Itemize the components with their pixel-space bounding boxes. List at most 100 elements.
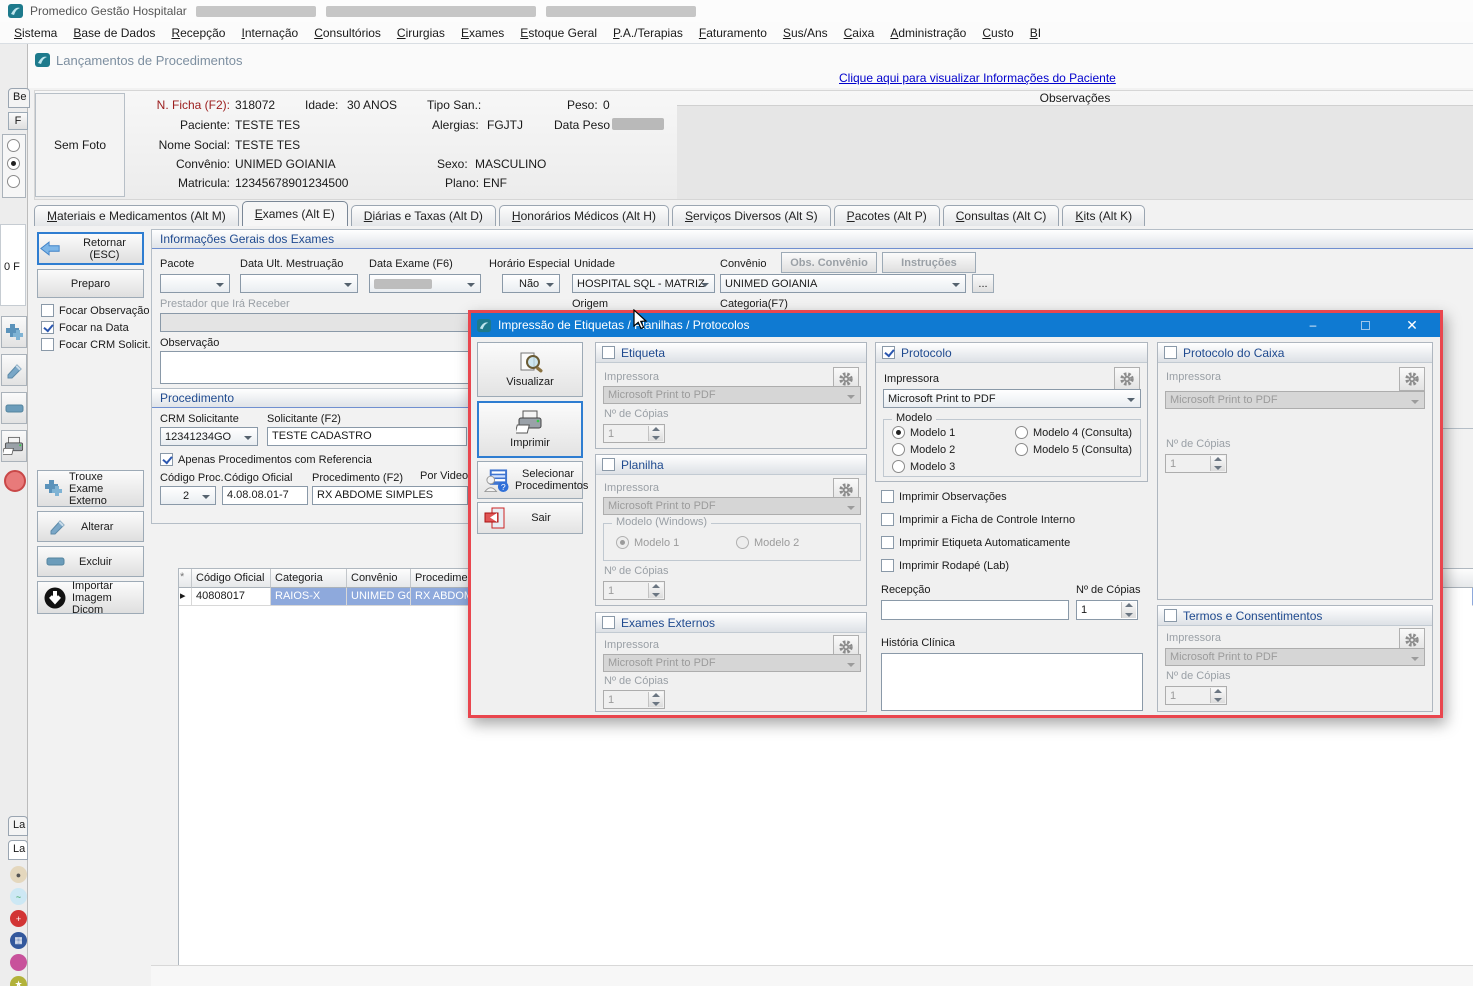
procedimento-input[interactable]: RX ABDOME SIMPLES <box>312 486 468 505</box>
focar-crm-checkbox[interactable]: Focar CRM Solicit. <box>41 338 151 351</box>
horario-especial-combo[interactable]: Não <box>502 274 560 293</box>
etiqueta-checkbox[interactable] <box>602 346 615 359</box>
printer-icon[interactable] <box>1 430 27 462</box>
visualizar-button[interactable]: Visualizar <box>477 342 583 397</box>
menu-caixa[interactable]: Caixa <box>836 23 883 43</box>
doctor-icon[interactable]: ● <box>10 866 27 883</box>
menu-sistema[interactable]: Sistema <box>6 23 65 43</box>
pacote-combo[interactable] <box>160 274 230 293</box>
solicitante-input[interactable]: TESTE CADASTRO <box>267 427 467 446</box>
imprimir-ficha-checkbox[interactable]: Imprimir a Ficha de Controle Interno <box>881 513 1075 526</box>
convenio-more-button[interactable]: ... <box>972 274 994 293</box>
grid-cell-codigo[interactable]: 40808017 <box>192 588 271 606</box>
spinner-arrows-icon[interactable] <box>1210 688 1225 703</box>
planilha-checkbox[interactable] <box>602 458 615 471</box>
protocolo-modelo4-radio[interactable]: Modelo 4 (Consulta) <box>1015 426 1132 439</box>
clock-icon[interactable] <box>4 470 26 492</box>
heartbeat-icon[interactable]: ~ <box>10 888 27 905</box>
termos-checkbox[interactable] <box>1164 609 1177 622</box>
tab-honorarios[interactable]: Honorários Médicos (Alt H) <box>499 205 669 226</box>
sair-button[interactable]: Sair <box>477 502 583 534</box>
minimize-button[interactable]: – <box>1301 315 1325 335</box>
grid-cell-categoria[interactable]: RAIOS-X <box>271 588 347 606</box>
apenas-referencia-checkbox[interactable]: Apenas Procedimentos com Referencia <box>160 453 372 466</box>
menu-exames[interactable]: Exames <box>453 23 512 43</box>
imprimir-etiqueta-auto-checkbox[interactable]: Imprimir Etiqueta Automaticamente <box>881 536 1070 549</box>
crm-combo[interactable]: 12341234GO <box>160 427 258 446</box>
preparo-button[interactable]: Preparo <box>37 269 144 298</box>
spinner-arrows-icon[interactable] <box>648 583 663 598</box>
dialog-titlebar[interactable]: Impressão de Etiquetas / Planilhas / Pro… <box>471 313 1440 337</box>
grid-header-codigo[interactable]: Código Oficial <box>192 569 271 588</box>
spinner-arrows-icon[interactable] <box>1121 602 1136 618</box>
protocolo-printer-combo[interactable]: Microsoft Print to PDF <box>883 389 1141 408</box>
grid-cell-convenio[interactable]: UNIMED GOIANIA <box>347 588 411 606</box>
imprimir-rodape-checkbox[interactable]: Imprimir Rodapé (Lab) <box>881 559 1009 572</box>
exames-externos-checkbox[interactable] <box>602 616 615 629</box>
background-button-f[interactable]: F <box>8 112 28 130</box>
menu-recepcao[interactable]: Recepção <box>163 23 233 43</box>
etiqueta-printer-combo[interactable]: Microsoft Print to PDF <box>603 386 861 404</box>
protocolo-caixa-gear-button[interactable] <box>1399 367 1425 391</box>
protocolo-caixa-copias-spinner[interactable]: 1 <box>1165 454 1227 473</box>
imprimir-button[interactable]: Imprimir <box>477 401 583 458</box>
tab-servicos[interactable]: Serviços Diversos (Alt S) <box>672 205 831 226</box>
tab-exames[interactable]: Exames (Alt E) <box>242 201 348 226</box>
data-ult-combo[interactable] <box>240 274 358 293</box>
selecionar-procedimentos-button[interactable]: Selecionar Procedimentos <box>477 461 583 499</box>
protocolo-gear-button[interactable] <box>1114 367 1140 391</box>
spinner-arrows-icon[interactable] <box>648 692 663 707</box>
instrucoes-button[interactable]: Instruções <box>882 252 976 273</box>
codigo-proc-combo[interactable]: 2 <box>160 486 216 505</box>
background-tab-la2[interactable]: La <box>8 840 28 860</box>
menu-bi[interactable]: BI <box>1022 23 1049 43</box>
alterar-button[interactable]: Alterar <box>37 511 144 542</box>
close-button[interactable]: ✕ <box>1400 315 1424 335</box>
menu-estoque-geral[interactable]: Estoque Geral <box>512 23 605 43</box>
tab-consultas[interactable]: Consultas (Alt C) <box>943 205 1060 226</box>
add-icon[interactable] <box>1 316 27 348</box>
pink-icon[interactable] <box>10 954 27 971</box>
protocolo-modelo1-radio[interactable]: Modelo 1 <box>892 426 955 439</box>
recepcao-copias-spinner[interactable]: 1 <box>1076 600 1138 620</box>
menu-faturamento[interactable]: Faturamento <box>691 23 775 43</box>
protocolo-modelo2-radio[interactable]: Modelo 2 <box>892 443 955 456</box>
menu-administracao[interactable]: Administração <box>882 23 974 43</box>
tab-materiais[interactable]: Materiais e Medicamentos (Alt M) <box>34 205 239 226</box>
menu-sus-ans[interactable]: Sus/Ans <box>775 23 836 43</box>
delete-bar-icon[interactable] <box>1 392 27 424</box>
imprimir-observacoes-checkbox[interactable]: Imprimir Observações <box>881 490 1007 503</box>
menu-custo[interactable]: Custo <box>974 23 1021 43</box>
recepcao-input[interactable] <box>881 600 1069 620</box>
codigo-oficial-input[interactable]: 4.08.08.01-7 <box>222 486 308 505</box>
menu-internacao[interactable]: Internação <box>233 23 306 43</box>
planilha-modelo1-radio[interactable]: Modelo 1 <box>616 536 679 549</box>
spinner-arrows-icon[interactable] <box>648 426 663 441</box>
convenio-combo[interactable]: UNIMED GOIANIA <box>720 274 966 293</box>
exames-externos-copias-spinner[interactable]: 1 <box>603 690 665 709</box>
menu-base-de-dados[interactable]: Base de Dados <box>65 23 163 43</box>
edit-pencil-icon[interactable] <box>1 354 27 386</box>
patient-info-link[interactable]: Clique aqui para visualizar Informações … <box>839 71 1116 85</box>
protocolo-checkbox[interactable] <box>882 346 895 359</box>
unidade-combo[interactable]: HOSPITAL SQL - MATRIZ <box>572 274 715 293</box>
background-radio-2[interactable] <box>7 157 20 170</box>
red-cross-icon[interactable]: + <box>10 910 27 927</box>
background-tab[interactable]: Be <box>8 88 30 108</box>
menu-pa-terapias[interactable]: P.A./Terapias <box>605 23 691 43</box>
protocolo-modelo3-radio[interactable]: Modelo 3 <box>892 460 955 473</box>
retornar-button[interactable]: Retornar (ESC) <box>37 232 144 265</box>
trouxe-exame-button[interactable]: Trouxe Exame Externo <box>37 470 144 507</box>
termos-copias-spinner[interactable]: 1 <box>1165 686 1227 705</box>
importar-dicom-button[interactable]: Importar Imagem Dicom <box>37 581 144 614</box>
grid-icon[interactable]: ▦ <box>10 932 27 949</box>
menu-consultorios[interactable]: Consultórios <box>306 23 389 43</box>
background-tab-la1[interactable]: La <box>8 816 28 836</box>
termos-printer-combo[interactable]: Microsoft Print to PDF <box>1165 648 1425 666</box>
focar-na-data-checkbox[interactable]: Focar na Data <box>41 321 129 334</box>
historia-clinica-textarea[interactable] <box>881 653 1143 711</box>
protocolo-caixa-checkbox[interactable] <box>1164 346 1177 359</box>
tab-kits[interactable]: Kits (Alt K) <box>1062 205 1145 226</box>
tab-diarias[interactable]: Diárias e Taxas (Alt D) <box>351 205 496 226</box>
exames-externos-printer-combo[interactable]: Microsoft Print to PDF <box>603 654 861 672</box>
